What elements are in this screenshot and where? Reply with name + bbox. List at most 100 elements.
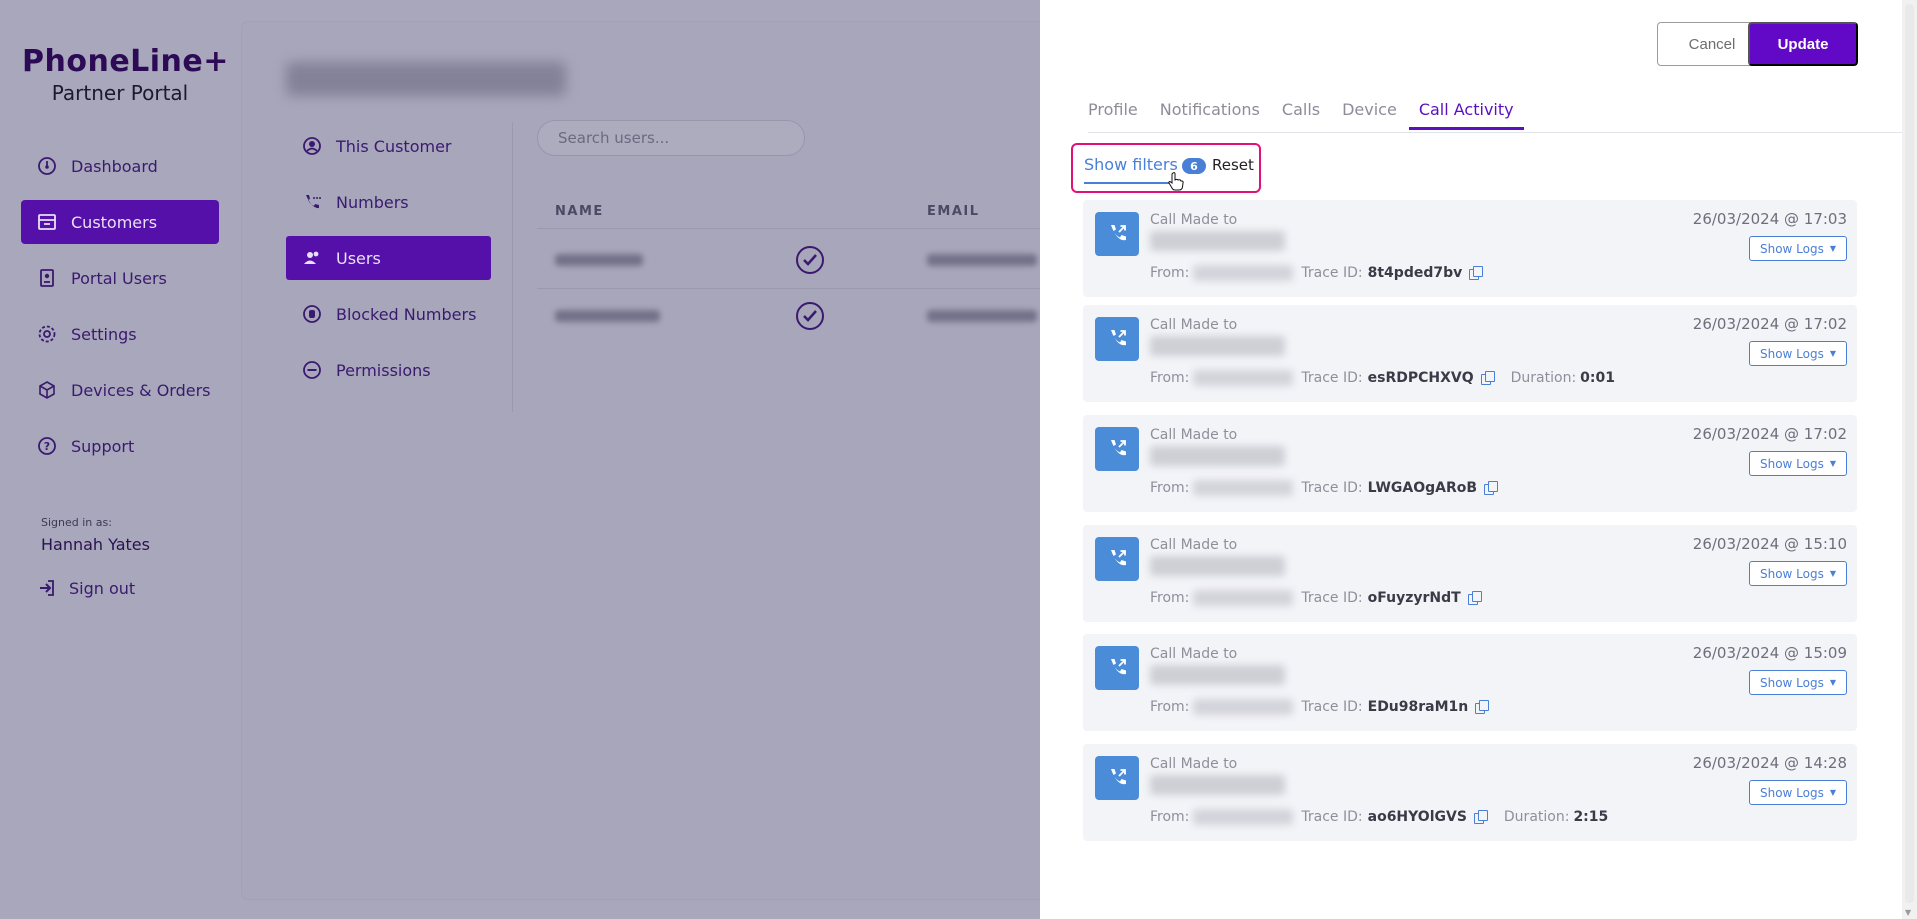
show-logs-label: Show Logs <box>1759 346 1824 361</box>
tab-call-activity[interactable]: Call Activity <box>1408 96 1524 130</box>
scrollbar[interactable]: ▼ <box>1902 0 1917 919</box>
help-icon: ? <box>37 436 57 456</box>
sidebar-item-dashboard[interactable]: Dashboard <box>21 144 219 188</box>
sign-out-link[interactable]: Sign out <box>37 578 135 598</box>
trace-label: Trace ID: <box>1301 590 1363 606</box>
show-filters-link[interactable]: Show filters <box>1084 155 1178 174</box>
gear-icon <box>37 324 57 344</box>
show-logs-button[interactable]: Show Logs ▼ <box>1749 670 1847 695</box>
call-details: From: Trace ID: 8t4pded7bv <box>1150 265 1484 281</box>
call-datetime: 26/03/2024 @ 15:10 <box>1692 535 1847 553</box>
update-button[interactable]: Update <box>1748 22 1858 66</box>
trace-label: Trace ID: <box>1301 265 1363 281</box>
called-number-redacted <box>1150 665 1285 685</box>
trace-label: Trace ID: <box>1301 370 1363 386</box>
copy-icon[interactable] <box>1480 371 1495 385</box>
call-activity-item: Call Made to From: Trace ID: LWGAOgARoB 26/0… <box>1083 415 1857 512</box>
trace-label: Trace ID: <box>1301 699 1363 715</box>
copy-icon[interactable] <box>1484 481 1499 495</box>
trace-id-value: ao6HYOlGVS <box>1367 809 1467 825</box>
divider <box>1088 132 1904 133</box>
call-activity-item: Call Made to From: Trace ID: oFuyzyrNdT 26/0… <box>1083 525 1857 622</box>
copy-icon[interactable] <box>1475 700 1490 714</box>
call-datetime: 26/03/2024 @ 14:28 <box>1692 754 1847 772</box>
sidebar-item-label: Portal Users <box>71 268 167 288</box>
copy-icon[interactable] <box>1467 591 1482 605</box>
scrollbar-thumb[interactable] <box>1905 4 1914 903</box>
tab-profile[interactable]: Profile <box>1088 96 1138 130</box>
check-circle-icon <box>796 302 824 330</box>
signed-in-label: Signed in as: <box>41 516 112 529</box>
call-details: From: Trace ID: esRDPCHXVQ Duration: 0:01 <box>1150 370 1615 386</box>
column-header-name: NAME <box>555 204 604 219</box>
customer-nav-label: Permissions <box>336 360 431 380</box>
call-details: From: Trace ID: EDu98raM1n <box>1150 699 1490 715</box>
from-label: From: <box>1150 480 1190 496</box>
reset-filters-button[interactable]: Reset <box>1212 156 1254 174</box>
show-logs-button[interactable]: Show Logs ▼ <box>1749 561 1847 586</box>
sidebar-item-label: Devices & Orders <box>71 380 211 400</box>
trace-id-value: esRDPCHXVQ <box>1367 370 1474 386</box>
user-email-redacted <box>927 254 1037 266</box>
customer-name-redacted <box>286 62 566 96</box>
customer-nav-this-customer[interactable]: This Customer <box>286 124 491 168</box>
from-label: From: <box>1150 370 1190 386</box>
sidebar-item-support[interactable]: ? Support <box>21 424 219 468</box>
customer-panel: This Customer Numbers Users Blocked Numb… <box>242 22 1082 899</box>
main-sidebar: Dashboard Customers Portal Users Setting… <box>21 144 219 480</box>
user-name-redacted <box>555 310 660 322</box>
show-logs-button[interactable]: Show Logs ▼ <box>1749 341 1847 366</box>
search-users-input[interactable]: Search users... <box>537 120 805 156</box>
duration-label: Duration: <box>1510 370 1577 386</box>
show-logs-button[interactable]: Show Logs ▼ <box>1749 780 1847 805</box>
customer-nav-label: Numbers <box>336 192 409 212</box>
sidebar-item-portal-users[interactable]: Portal Users <box>21 256 219 300</box>
phone-call-icon <box>1095 317 1139 361</box>
call-details: From: Trace ID: ao6HYOlGVS Duration: 2:15 <box>1150 809 1608 825</box>
trace-label: Trace ID: <box>1301 809 1363 825</box>
tab-device[interactable]: Device <box>1342 96 1397 130</box>
user-name-redacted <box>555 254 643 266</box>
from-label: From: <box>1150 265 1190 281</box>
call-made-label: Call Made to <box>1150 317 1238 333</box>
svg-text:?: ? <box>44 440 50 453</box>
phone-call-icon <box>1095 646 1139 690</box>
call-details: From: Trace ID: LWGAOgARoB <box>1150 480 1499 496</box>
tab-calls[interactable]: Calls <box>1282 96 1320 130</box>
trace-label: Trace ID: <box>1301 480 1363 496</box>
show-logs-button[interactable]: Show Logs ▼ <box>1749 236 1847 261</box>
customer-nav-users[interactable]: Users <box>286 236 491 280</box>
tab-notifications[interactable]: Notifications <box>1160 96 1260 130</box>
show-logs-button[interactable]: Show Logs ▼ <box>1749 451 1847 476</box>
from-label: From: <box>1150 809 1190 825</box>
sidebar-item-devices-orders[interactable]: Devices & Orders <box>21 368 219 412</box>
brand-name: PhoneLine+ <box>22 44 229 79</box>
from-number-redacted <box>1193 265 1294 281</box>
call-datetime: 26/03/2024 @ 17:02 <box>1692 315 1847 333</box>
phone-call-icon <box>1095 427 1139 471</box>
sidebar-item-settings[interactable]: Settings <box>21 312 219 356</box>
scroll-down-icon[interactable]: ▼ <box>1905 908 1911 917</box>
sidebar-item-label: Support <box>71 436 135 456</box>
box-icon <box>37 380 57 400</box>
column-header-email: EMAIL <box>927 204 980 219</box>
sidebar-item-customers[interactable]: Customers <box>21 200 219 244</box>
caret-down-icon: ▼ <box>1829 244 1837 253</box>
show-logs-label: Show Logs <box>1759 456 1824 471</box>
trace-id-value: EDu98raM1n <box>1367 699 1469 715</box>
customer-nav-numbers[interactable]: Numbers <box>286 180 491 224</box>
trace-id-value: oFuyzyrNdT <box>1367 590 1461 606</box>
call-datetime: 26/03/2024 @ 15:09 <box>1692 644 1847 662</box>
divider <box>512 122 513 412</box>
from-number-redacted <box>1193 699 1294 715</box>
duration-value: 2:15 <box>1573 809 1609 825</box>
copy-icon[interactable] <box>1469 266 1484 280</box>
call-made-label: Call Made to <box>1150 646 1238 662</box>
phone-call-icon <box>1095 756 1139 800</box>
badge-icon <box>37 268 57 288</box>
customer-nav-blocked-numbers[interactable]: Blocked Numbers <box>286 292 491 336</box>
store-icon <box>37 212 57 232</box>
copy-icon[interactable] <box>1473 810 1488 824</box>
customer-nav-permissions[interactable]: Permissions <box>286 348 491 392</box>
phone-call-icon <box>1095 212 1139 256</box>
